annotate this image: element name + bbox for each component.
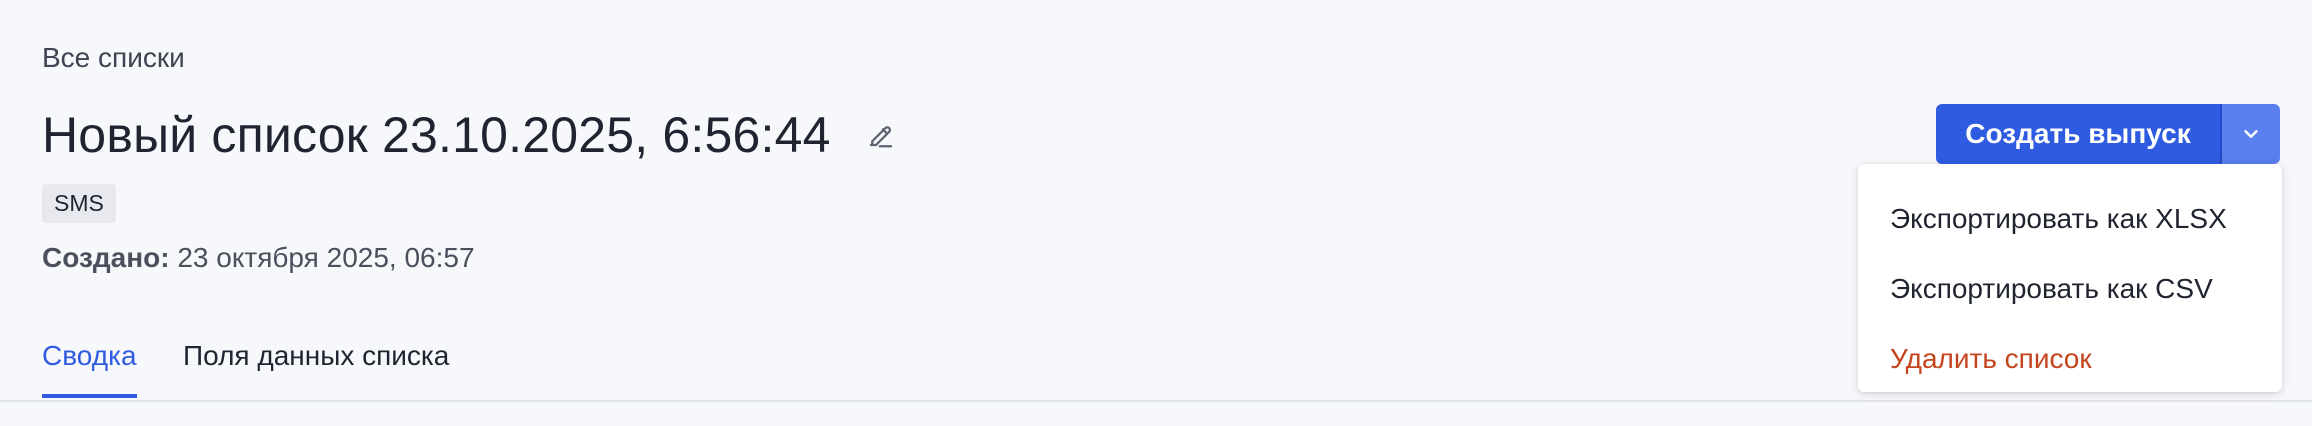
list-details-page: Все списки Новый список 23.10.2025, 6:56… [0, 0, 2312, 426]
breadcrumb-all-lists[interactable]: Все списки [42, 42, 185, 74]
menu-item-delete-list[interactable]: Удалить список [1858, 324, 2282, 394]
pencil-icon [869, 126, 892, 148]
menu-item-export-xlsx[interactable]: Экспортировать как XLSX [1858, 184, 2282, 254]
more-actions-toggle[interactable] [2220, 104, 2280, 164]
menu-item-export-csv[interactable]: Экспортировать как CSV [1858, 254, 2282, 324]
title-row: Новый список 23.10.2025, 6:56:44 [42, 100, 901, 170]
actions-dropdown-menu: Экспортировать как XLSX Экспортировать к… [1858, 164, 2282, 392]
tab-list-data-fields[interactable]: Поля данных списка [183, 340, 449, 398]
created-info: Создано: 23 октября 2025, 06:57 [42, 242, 475, 274]
channel-badge: SMS [42, 184, 116, 223]
created-label: Создано: [42, 242, 170, 273]
create-release-split-button: Создать выпуск [1936, 104, 2280, 164]
page-title: Новый список 23.10.2025, 6:56:44 [42, 107, 831, 163]
chevron-down-icon [2244, 130, 2258, 138]
tab-summary[interactable]: Сводка [42, 340, 137, 398]
created-value: 23 октября 2025, 06:57 [169, 242, 475, 273]
edit-title-button[interactable] [861, 115, 901, 155]
create-release-button[interactable]: Создать выпуск [1936, 104, 2220, 164]
